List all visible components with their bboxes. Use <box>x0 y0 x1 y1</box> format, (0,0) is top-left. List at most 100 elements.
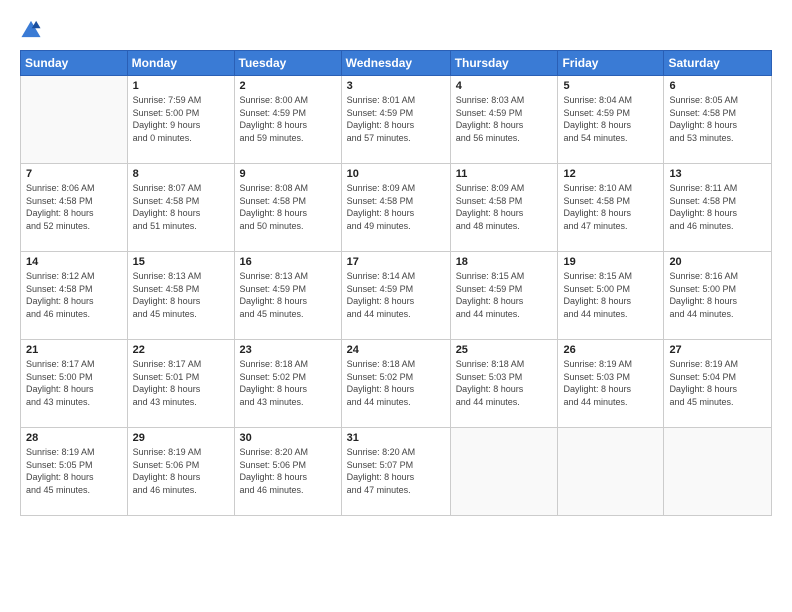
calendar-week-row: 7 Sunrise: 8:06 AM Sunset: 4:58 PM Daylig… <box>21 164 772 252</box>
day-info: Sunrise: 8:00 AM Sunset: 4:59 PM Dayligh… <box>240 94 336 144</box>
calendar-day-cell: 13 Sunrise: 8:11 AM Sunset: 4:58 PM Dayli… <box>664 164 772 252</box>
day-number: 24 <box>347 344 445 356</box>
calendar-day-cell: 14 Sunrise: 8:12 AM Sunset: 4:58 PM Dayli… <box>21 252 128 340</box>
calendar-day-cell: 25 Sunrise: 8:18 AM Sunset: 5:03 PM Dayli… <box>450 340 558 428</box>
day-number: 8 <box>133 168 229 180</box>
day-number: 21 <box>26 344 122 356</box>
calendar-weekday-header: Friday <box>558 51 664 76</box>
day-info: Sunrise: 8:18 AM Sunset: 5:03 PM Dayligh… <box>456 358 553 408</box>
calendar-day-cell: 21 Sunrise: 8:17 AM Sunset: 5:00 PM Dayli… <box>21 340 128 428</box>
day-info: Sunrise: 8:15 AM Sunset: 4:59 PM Dayligh… <box>456 270 553 320</box>
calendar-day-cell: 2Sunrise: 8:00 AM Sunset: 4:59 PM Daylig… <box>234 76 341 164</box>
day-info: Sunrise: 8:19 AM Sunset: 5:04 PM Dayligh… <box>669 358 766 408</box>
day-info: Sunrise: 8:06 AM Sunset: 4:58 PM Dayligh… <box>26 182 122 232</box>
day-number: 7 <box>26 168 122 180</box>
calendar-weekday-header: Monday <box>127 51 234 76</box>
calendar-day-cell: 24 Sunrise: 8:18 AM Sunset: 5:02 PM Dayli… <box>341 340 450 428</box>
day-number: 1 <box>133 80 229 92</box>
calendar-day-cell: 6 Sunrise: 8:05 AM Sunset: 4:58 PM Daylig… <box>664 76 772 164</box>
day-info: Sunrise: 8:19 AM Sunset: 5:05 PM Dayligh… <box>26 446 122 496</box>
day-info: Sunrise: 8:09 AM Sunset: 4:58 PM Dayligh… <box>347 182 445 232</box>
day-number: 25 <box>456 344 553 356</box>
calendar-week-row: 28 Sunrise: 8:19 AM Sunset: 5:05 PM Dayli… <box>21 428 772 516</box>
calendar-day-cell: 10 Sunrise: 8:09 AM Sunset: 4:58 PM Dayli… <box>341 164 450 252</box>
day-info: Sunrise: 8:18 AM Sunset: 5:02 PM Dayligh… <box>347 358 445 408</box>
day-info: Sunrise: 8:15 AM Sunset: 5:00 PM Dayligh… <box>563 270 658 320</box>
logo-icon <box>20 18 42 40</box>
day-number: 6 <box>669 80 766 92</box>
day-number: 14 <box>26 256 122 268</box>
calendar-day-cell: 30Sunrise: 8:20 AM Sunset: 5:06 PM Dayli… <box>234 428 341 516</box>
calendar-day-cell: 5Sunrise: 8:04 AM Sunset: 4:59 PM Daylig… <box>558 76 664 164</box>
day-info: Sunrise: 8:20 AM Sunset: 5:06 PM Dayligh… <box>240 446 336 496</box>
day-number: 26 <box>563 344 658 356</box>
day-number: 28 <box>26 432 122 444</box>
calendar-day-cell: 20 Sunrise: 8:16 AM Sunset: 5:00 PM Dayli… <box>664 252 772 340</box>
day-number: 13 <box>669 168 766 180</box>
day-info: Sunrise: 8:17 AM Sunset: 5:00 PM Dayligh… <box>26 358 122 408</box>
calendar-table: SundayMondayTuesdayWednesdayThursdayFrid… <box>20 50 772 516</box>
calendar-day-cell: 28 Sunrise: 8:19 AM Sunset: 5:05 PM Dayli… <box>21 428 128 516</box>
day-info: Sunrise: 8:11 AM Sunset: 4:58 PM Dayligh… <box>669 182 766 232</box>
calendar-day-cell: 29 Sunrise: 8:19 AM Sunset: 5:06 PM Dayli… <box>127 428 234 516</box>
day-info: Sunrise: 8:04 AM Sunset: 4:59 PM Dayligh… <box>563 94 658 144</box>
calendar-day-cell: 15Sunrise: 8:13 AM Sunset: 4:58 PM Dayli… <box>127 252 234 340</box>
day-info: Sunrise: 8:19 AM Sunset: 5:03 PM Dayligh… <box>563 358 658 408</box>
calendar-week-row: 21 Sunrise: 8:17 AM Sunset: 5:00 PM Dayli… <box>21 340 772 428</box>
day-info: Sunrise: 8:17 AM Sunset: 5:01 PM Dayligh… <box>133 358 229 408</box>
day-number: 16 <box>240 256 336 268</box>
day-number: 9 <box>240 168 336 180</box>
calendar-day-cell <box>21 76 128 164</box>
day-number: 18 <box>456 256 553 268</box>
day-info: Sunrise: 8:05 AM Sunset: 4:58 PM Dayligh… <box>669 94 766 144</box>
day-number: 10 <box>347 168 445 180</box>
calendar-day-cell: 18 Sunrise: 8:15 AM Sunset: 4:59 PM Dayli… <box>450 252 558 340</box>
day-number: 20 <box>669 256 766 268</box>
day-info: Sunrise: 8:19 AM Sunset: 5:06 PM Dayligh… <box>133 446 229 496</box>
day-info: Sunrise: 8:08 AM Sunset: 4:58 PM Dayligh… <box>240 182 336 232</box>
day-number: 22 <box>133 344 229 356</box>
calendar-day-cell: 22 Sunrise: 8:17 AM Sunset: 5:01 PM Dayli… <box>127 340 234 428</box>
calendar-day-cell: 7 Sunrise: 8:06 AM Sunset: 4:58 PM Daylig… <box>21 164 128 252</box>
calendar-weekday-header: Saturday <box>664 51 772 76</box>
day-number: 12 <box>563 168 658 180</box>
day-number: 27 <box>669 344 766 356</box>
page: SundayMondayTuesdayWednesdayThursdayFrid… <box>0 0 792 612</box>
calendar-day-cell: 23Sunrise: 8:18 AM Sunset: 5:02 PM Dayli… <box>234 340 341 428</box>
calendar-day-cell: 19 Sunrise: 8:15 AM Sunset: 5:00 PM Dayli… <box>558 252 664 340</box>
day-number: 4 <box>456 80 553 92</box>
calendar-day-cell: 11Sunrise: 8:09 AM Sunset: 4:58 PM Dayli… <box>450 164 558 252</box>
calendar-day-cell: 12 Sunrise: 8:10 AM Sunset: 4:58 PM Dayli… <box>558 164 664 252</box>
calendar-weekday-header: Wednesday <box>341 51 450 76</box>
calendar-week-row: 1 Sunrise: 7:59 AM Sunset: 5:00 PM Daylig… <box>21 76 772 164</box>
day-info: Sunrise: 8:13 AM Sunset: 4:58 PM Dayligh… <box>133 270 229 320</box>
calendar-weekday-header: Sunday <box>21 51 128 76</box>
day-info: Sunrise: 8:12 AM Sunset: 4:58 PM Dayligh… <box>26 270 122 320</box>
day-number: 23 <box>240 344 336 356</box>
day-info: Sunrise: 8:10 AM Sunset: 4:58 PM Dayligh… <box>563 182 658 232</box>
day-info: Sunrise: 8:14 AM Sunset: 4:59 PM Dayligh… <box>347 270 445 320</box>
calendar-day-cell: 3 Sunrise: 8:01 AM Sunset: 4:59 PM Daylig… <box>341 76 450 164</box>
calendar-day-cell <box>558 428 664 516</box>
calendar-day-cell <box>450 428 558 516</box>
logo <box>20 18 42 40</box>
calendar-day-cell <box>664 428 772 516</box>
day-info: Sunrise: 8:16 AM Sunset: 5:00 PM Dayligh… <box>669 270 766 320</box>
calendar-day-cell: 1 Sunrise: 7:59 AM Sunset: 5:00 PM Daylig… <box>127 76 234 164</box>
day-info: Sunrise: 7:59 AM Sunset: 5:00 PM Dayligh… <box>133 94 229 144</box>
day-info: Sunrise: 8:07 AM Sunset: 4:58 PM Dayligh… <box>133 182 229 232</box>
day-number: 29 <box>133 432 229 444</box>
day-number: 31 <box>347 432 445 444</box>
day-info: Sunrise: 8:13 AM Sunset: 4:59 PM Dayligh… <box>240 270 336 320</box>
calendar-weekday-header: Tuesday <box>234 51 341 76</box>
day-number: 17 <box>347 256 445 268</box>
day-info: Sunrise: 8:01 AM Sunset: 4:59 PM Dayligh… <box>347 94 445 144</box>
calendar-day-cell: 26 Sunrise: 8:19 AM Sunset: 5:03 PM Dayli… <box>558 340 664 428</box>
calendar-day-cell: 16 Sunrise: 8:13 AM Sunset: 4:59 PM Dayli… <box>234 252 341 340</box>
day-number: 3 <box>347 80 445 92</box>
day-number: 19 <box>563 256 658 268</box>
day-info: Sunrise: 8:20 AM Sunset: 5:07 PM Dayligh… <box>347 446 445 496</box>
calendar-day-cell: 27 Sunrise: 8:19 AM Sunset: 5:04 PM Dayli… <box>664 340 772 428</box>
day-info: Sunrise: 8:03 AM Sunset: 4:59 PM Dayligh… <box>456 94 553 144</box>
calendar-week-row: 14 Sunrise: 8:12 AM Sunset: 4:58 PM Dayli… <box>21 252 772 340</box>
